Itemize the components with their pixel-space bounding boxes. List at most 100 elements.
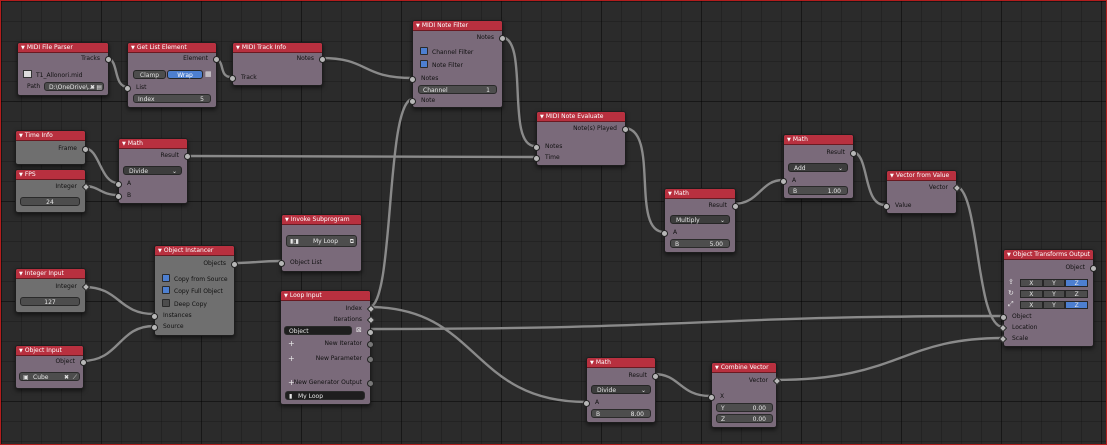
scale-axes-toggle[interactable]: X Y Z	[1020, 301, 1089, 309]
object-transforms-output-header[interactable]: ▼ Object Transforms Output	[1004, 250, 1093, 260]
output-socket[interactable]	[652, 373, 659, 380]
input-socket[interactable]	[151, 324, 158, 331]
input-socket[interactable]	[708, 394, 715, 401]
checkbox-checked[interactable]	[162, 274, 170, 282]
object-transforms-output-node[interactable]: ▼ Object Transforms Output Object ⇪ X Y Z…	[998, 249, 1097, 347]
operation-dropdown[interactable]: Divide ⌄	[123, 166, 182, 175]
output-socket[interactable]	[80, 359, 87, 366]
axis-x-toggle[interactable]: X	[1020, 301, 1043, 309]
collapse-arrow-icon[interactable]: ▼	[540, 114, 544, 120]
midi-note-filter-node[interactable]: ▼ MIDI Note Filter Notes Channel Filter N…	[409, 20, 506, 108]
output-socket[interactable]	[319, 56, 326, 63]
fps-value-field[interactable]: 24	[20, 197, 80, 206]
input-socket[interactable]	[409, 76, 416, 83]
integer-input-node[interactable]: ▼ Integer Input Integer 127	[15, 268, 91, 313]
collapse-arrow-icon[interactable]: ▼	[19, 172, 23, 178]
object-instancer-header[interactable]: ▼ Object Instancer	[155, 246, 234, 256]
output-socket[interactable]	[367, 380, 374, 387]
time-info-node[interactable]: ▼ Time Info Frame	[15, 130, 89, 165]
collapse-arrow-icon[interactable]: ▼	[236, 45, 240, 51]
axis-x-toggle[interactable]: X	[1020, 279, 1043, 287]
object-selector[interactable]: ▣ Cube ✖ ⟋	[19, 372, 80, 381]
y-value-field[interactable]: Y 0.00	[716, 403, 773, 412]
subprogram-selector[interactable]: ▮◨ My Loop ⧉	[286, 235, 357, 247]
math-header[interactable]: ▼ Math	[587, 358, 655, 368]
input-socket[interactable]	[115, 193, 122, 200]
checkbox-checked[interactable]	[420, 60, 428, 68]
loop-input-node[interactable]: ▼ Loop Input Index Iterations Object ⊠ + …	[280, 290, 376, 405]
b-value-field[interactable]: B 8.00	[591, 409, 651, 418]
new-generator-output[interactable]: New Generator Output	[281, 378, 374, 387]
input-socket[interactable]	[115, 181, 122, 188]
combine-vector-header[interactable]: ▼ Combine Vector	[712, 363, 776, 373]
math-header[interactable]: ▼ Math	[665, 189, 735, 199]
channel-filter-checkbox[interactable]: Channel Filter	[420, 47, 473, 56]
input-socket[interactable]	[409, 98, 416, 105]
new-iterator[interactable]: New Iterator	[281, 339, 374, 348]
axis-y-toggle[interactable]: Y	[1042, 301, 1066, 309]
input-socket[interactable]	[1000, 314, 1007, 321]
math-header[interactable]: ▼ Math	[119, 139, 187, 149]
operation-dropdown[interactable]: Divide ⌄	[591, 385, 651, 394]
loop-name-field[interactable]: ▮ My Loop	[285, 391, 365, 400]
z-value-field[interactable]: Z 0.00	[716, 414, 773, 423]
output-socket[interactable]	[367, 341, 374, 348]
midi-note-evaluate-header[interactable]: ▼ MIDI Note Evaluate	[537, 112, 625, 122]
object-instancer-node[interactable]: ▼ Object Instancer Objects Copy from Sour…	[151, 245, 238, 336]
channel-field[interactable]: Channel 1	[418, 85, 497, 94]
folder-icon[interactable]: ▤	[96, 83, 102, 90]
output-socket[interactable]	[105, 56, 112, 63]
math-add-node[interactable]: ▼ Math Result Add ⌄ A B 1.00	[780, 134, 857, 199]
note-filter-checkbox[interactable]: Note Filter	[420, 60, 463, 69]
math-multiply-node[interactable]: ▼ Math Result Multiply ⌄ A B 5.00	[661, 188, 739, 253]
axis-x-toggle[interactable]: X	[1020, 290, 1043, 298]
checkbox-checked[interactable]	[162, 286, 170, 294]
index-field[interactable]: Index 5	[133, 94, 211, 103]
collapse-arrow-icon[interactable]: ▼	[19, 133, 23, 139]
output-socket[interactable]	[1090, 265, 1097, 272]
combine-vector-node[interactable]: ▼ Combine Vector Vector X Y 0.00 Z 0.00	[708, 362, 782, 428]
collapse-arrow-icon[interactable]: ▼	[122, 141, 126, 147]
deep-copy-checkbox[interactable]: Deep Copy	[162, 299, 207, 308]
wrap-button[interactable]: Wrap	[167, 70, 203, 79]
remove-parameter-icon[interactable]: ⊠	[356, 326, 362, 335]
input-socket[interactable]	[533, 155, 540, 162]
midi-file-parser-node[interactable]: ▼ MIDI File Parser Tracks T1_Allonori.mid…	[17, 42, 112, 96]
input-socket[interactable]	[278, 260, 285, 267]
collapse-arrow-icon[interactable]: ▼	[131, 45, 135, 51]
vector-from-value-node[interactable]: ▼ Vector from Value Vector Value	[883, 170, 962, 214]
copy-full-object-checkbox[interactable]: Copy Full Object	[162, 286, 223, 295]
invoke-subprogram-header[interactable]: ▼ Invoke Subprogram	[282, 215, 361, 225]
location-axes-toggle[interactable]: X Y Z	[1020, 279, 1089, 287]
input-socket[interactable]	[661, 230, 668, 237]
collapse-arrow-icon[interactable]: ▼	[158, 248, 162, 254]
midi-track-info-node[interactable]: ▼ MIDI Track Info Notes Track	[229, 42, 326, 86]
axis-z-toggle[interactable]: Z	[1065, 301, 1089, 309]
operation-dropdown[interactable]: Multiply ⌄	[670, 215, 730, 224]
b-value-field[interactable]: B 1.00	[788, 186, 848, 195]
clamp-button[interactable]: Clamp	[133, 70, 166, 79]
checkbox-unchecked[interactable]	[162, 299, 170, 307]
input-socket[interactable]	[151, 313, 158, 320]
output-socket[interactable]	[850, 150, 857, 157]
object-input-node[interactable]: ▼ Object Input Object ▣ Cube ✖ ⟋	[15, 345, 87, 389]
get-list-element-node[interactable]: ▼ Get List Element Element Clamp Wrap ▦ L…	[124, 42, 220, 108]
rotation-axes-toggle[interactable]: X Y Z	[1020, 290, 1089, 298]
checkbox-checked[interactable]	[420, 47, 428, 55]
output-socket[interactable]	[82, 146, 89, 153]
output-socket[interactable]	[231, 261, 238, 268]
collapse-arrow-icon[interactable]: ▼	[285, 217, 289, 223]
path-field[interactable]: D:\OneDrive\... ✖ ▤	[44, 82, 104, 91]
eyedropper-icon[interactable]: ⟋	[73, 373, 77, 380]
grid-icon[interactable]: ▦	[205, 70, 212, 79]
input-socket[interactable]	[229, 75, 236, 82]
output-socket[interactable]	[732, 203, 739, 210]
operation-dropdown[interactable]: Add ⌄	[788, 163, 848, 172]
output-socket[interactable]	[367, 329, 374, 336]
collapse-arrow-icon[interactable]: ▼	[19, 271, 23, 277]
output-socket[interactable]	[622, 126, 629, 133]
input-socket[interactable]	[583, 400, 590, 407]
integer-input-header[interactable]: ▼ Integer Input	[16, 269, 85, 279]
vector-from-value-header[interactable]: ▼ Vector from Value	[887, 171, 956, 181]
axis-z-toggle[interactable]: Z	[1065, 290, 1089, 298]
